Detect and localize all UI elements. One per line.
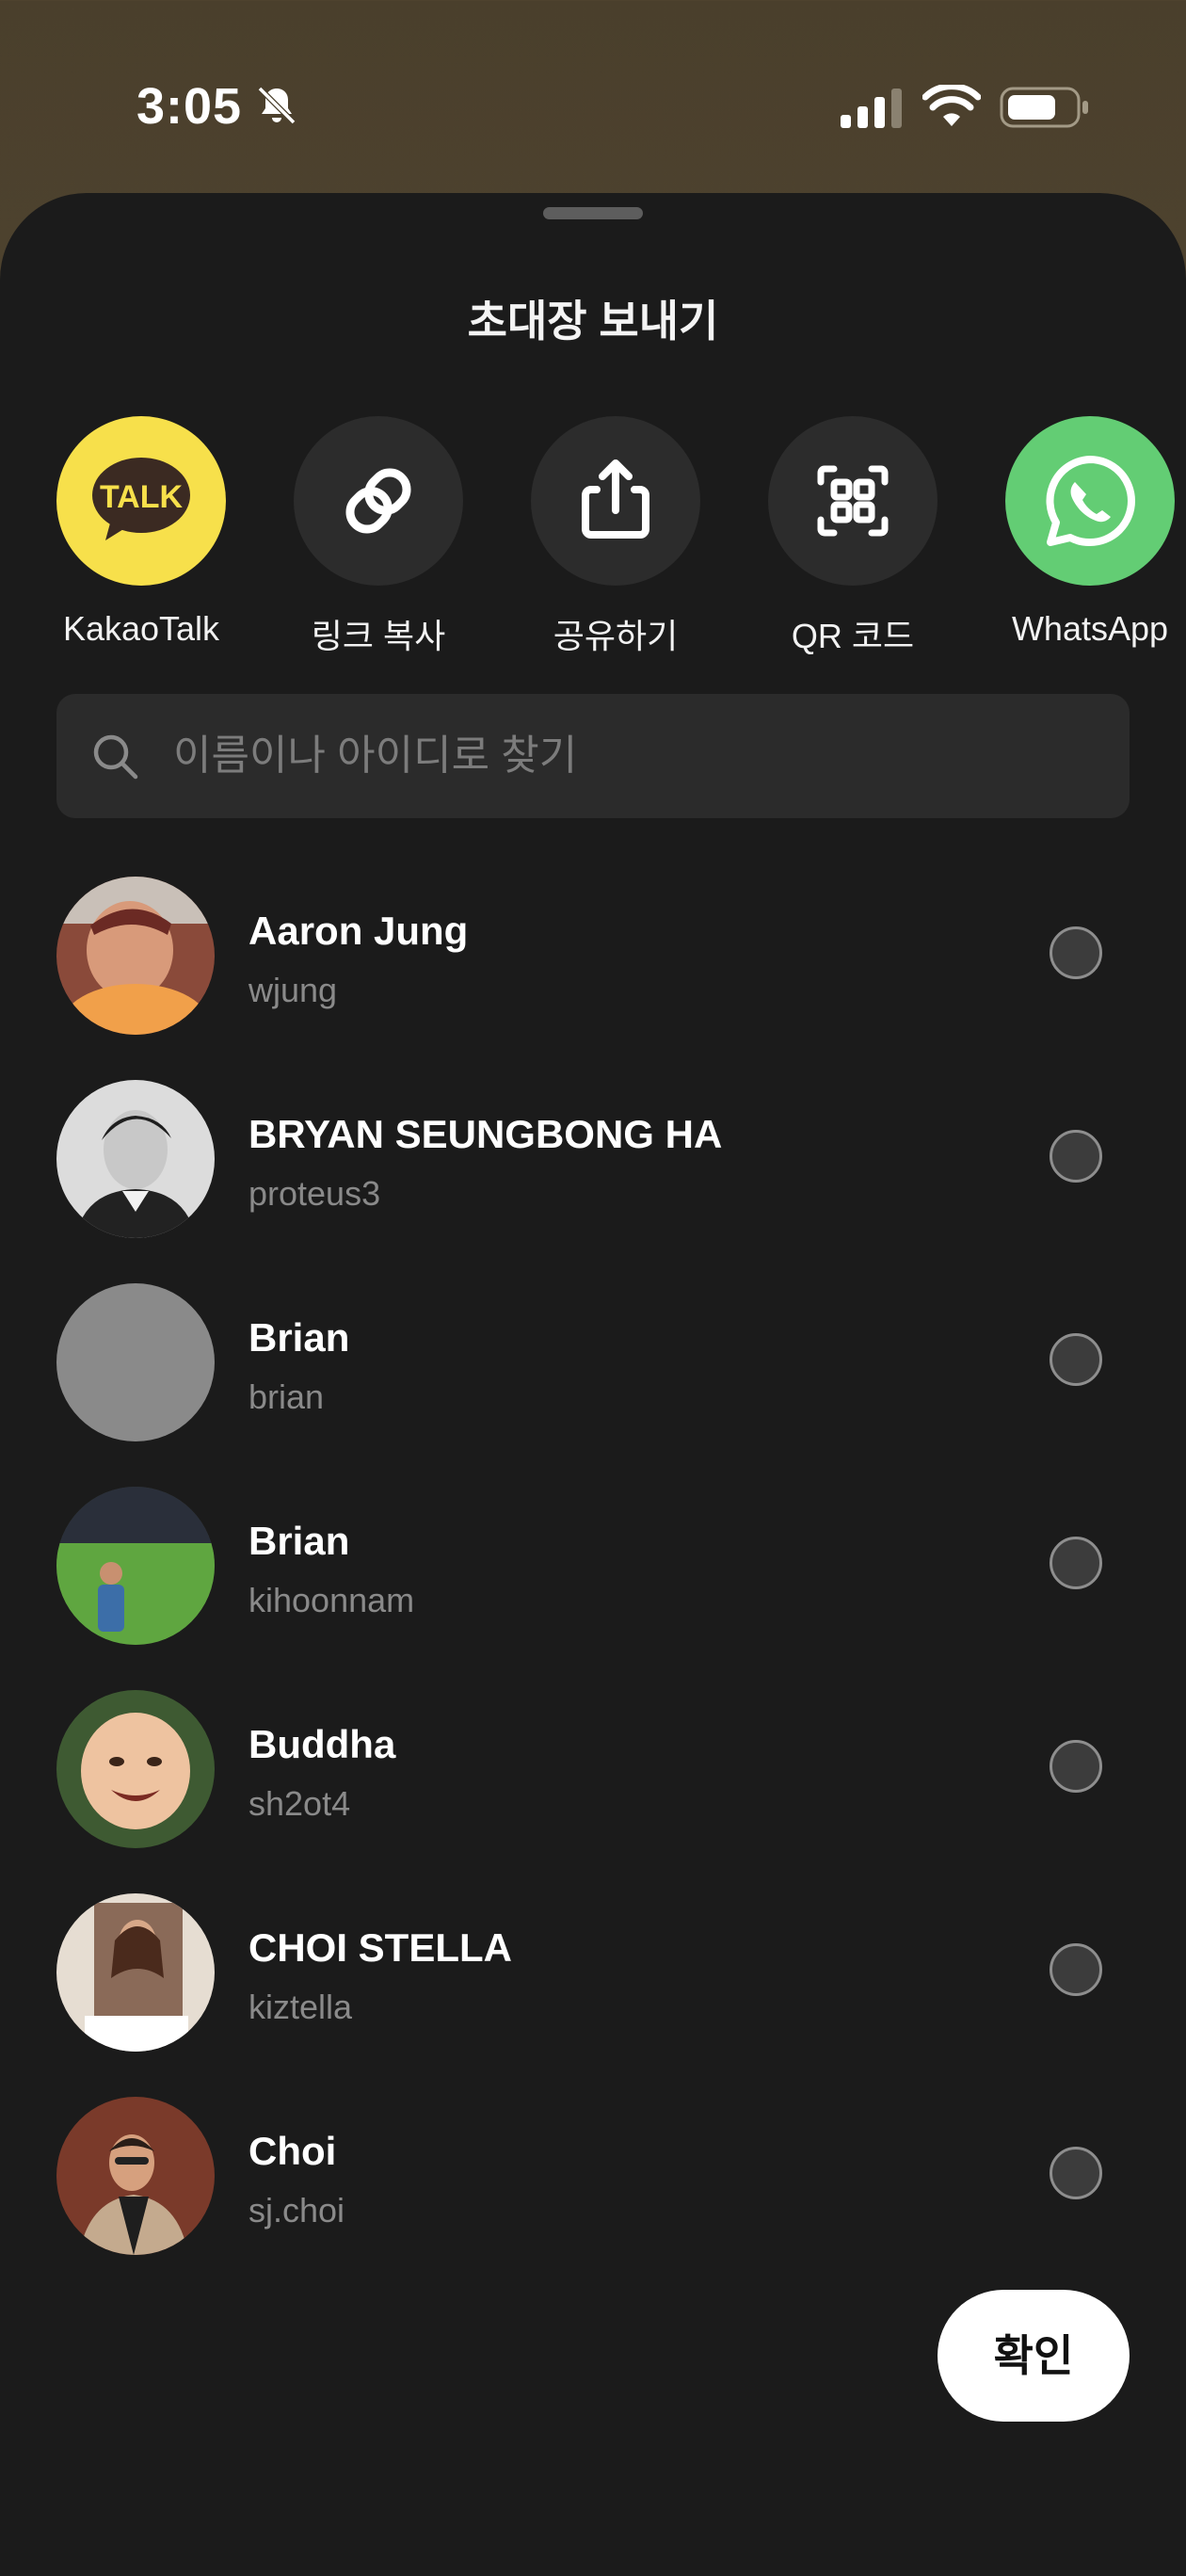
contact-username: brian xyxy=(248,1377,325,1416)
kakaotalk-icon[interactable]: TALK xyxy=(56,416,226,586)
wifi-icon xyxy=(922,85,981,126)
contact-username: kiztella xyxy=(248,1988,353,2026)
select-radio[interactable] xyxy=(1050,1130,1102,1183)
share-icon[interactable] xyxy=(531,416,700,586)
avatar xyxy=(56,1080,215,1238)
avatar xyxy=(56,1283,215,1441)
bell-slash-icon xyxy=(257,86,296,125)
link-icon[interactable] xyxy=(294,416,463,586)
contact-row[interactable]: Buddha sh2ot4 xyxy=(0,1686,1186,1890)
qr-code-icon[interactable] xyxy=(768,416,938,586)
contact-row[interactable]: Brian brian xyxy=(0,1280,1186,1483)
share-option-copy-link[interactable]: 링크 복사 xyxy=(261,416,496,661)
avatar xyxy=(56,877,215,1035)
share-label-copy-link: 링크 복사 xyxy=(311,617,446,655)
contact-row[interactable]: CHOI STELLA kiztella xyxy=(0,1890,1186,2093)
share-option-whatsapp[interactable]: WhatsApp xyxy=(972,416,1186,661)
sheet-title: 초대장 보내기 xyxy=(467,297,719,346)
search-input[interactable] xyxy=(173,722,1096,790)
share-option-qr-code[interactable]: QR 코드 xyxy=(735,416,970,661)
svg-text:TALK: TALK xyxy=(100,479,184,515)
status-time: 3:05 xyxy=(136,78,243,135)
contact-name: CHOI STELLA xyxy=(248,1925,512,1970)
search-box[interactable] xyxy=(56,694,1130,818)
contact-row[interactable]: Brian kihoonnam xyxy=(0,1483,1186,1686)
share-label-share: 공유하기 xyxy=(553,617,679,655)
select-radio[interactable] xyxy=(1050,2147,1102,2199)
search-icon xyxy=(93,734,138,780)
contact-name: Aaron Jung xyxy=(248,909,469,953)
select-radio[interactable] xyxy=(1050,1943,1102,1996)
contact-list: Aaron Jung wjung BRYAN SEUNGBONG HA prot… xyxy=(0,873,1186,2296)
invite-sheet: 초대장 보내기 TALK KakaoTalk 링크 복사 공유하기 QR 코드 … xyxy=(0,193,1186,2576)
contact-name: Brian xyxy=(248,1519,350,1563)
select-radio[interactable] xyxy=(1050,1740,1102,1793)
contact-username: wjung xyxy=(248,971,338,1009)
share-options-row: TALK KakaoTalk 링크 복사 공유하기 QR 코드 WhatsApp xyxy=(0,416,1186,661)
contact-row[interactable]: Aaron Jung wjung xyxy=(0,873,1186,1076)
contact-username: kihoonnam xyxy=(248,1581,415,1619)
avatar xyxy=(56,2097,215,2255)
select-radio[interactable] xyxy=(1050,1333,1102,1386)
status-bar: 3:05 xyxy=(0,0,1186,188)
sheet-grabber[interactable] xyxy=(543,207,643,219)
select-radio[interactable] xyxy=(1050,1537,1102,1589)
contact-name: Brian xyxy=(248,1315,350,1360)
avatar xyxy=(56,1487,215,1645)
select-radio[interactable] xyxy=(1050,926,1102,979)
cellular-signal-icon xyxy=(841,89,902,128)
battery-icon xyxy=(1000,87,1088,128)
contact-username: sj.choi xyxy=(248,2191,345,2230)
contact-row[interactable]: BRYAN SEUNGBONG HA proteus3 xyxy=(0,1076,1186,1280)
avatar xyxy=(56,1690,215,1848)
contact-username: sh2ot4 xyxy=(248,1784,351,1823)
share-label-qr-code: QR 코드 xyxy=(791,617,915,655)
confirm-button[interactable]: 확인 xyxy=(938,2290,1130,2422)
contact-username: proteus3 xyxy=(248,1174,381,1213)
share-label-whatsapp: WhatsApp xyxy=(1011,609,1169,648)
share-label-kakaotalk: KakaoTalk xyxy=(62,609,220,648)
avatar xyxy=(56,1893,215,2052)
contact-name: Buddha xyxy=(248,1722,396,1766)
share-option-share[interactable]: 공유하기 xyxy=(498,416,733,661)
share-option-kakaotalk[interactable]: TALK KakaoTalk xyxy=(24,416,259,661)
contact-row[interactable]: Choi sj.choi xyxy=(0,2093,1186,2296)
contact-name: Choi xyxy=(248,2129,337,2173)
contact-name: BRYAN SEUNGBONG HA xyxy=(248,1112,723,1156)
whatsapp-icon[interactable] xyxy=(1005,416,1175,586)
